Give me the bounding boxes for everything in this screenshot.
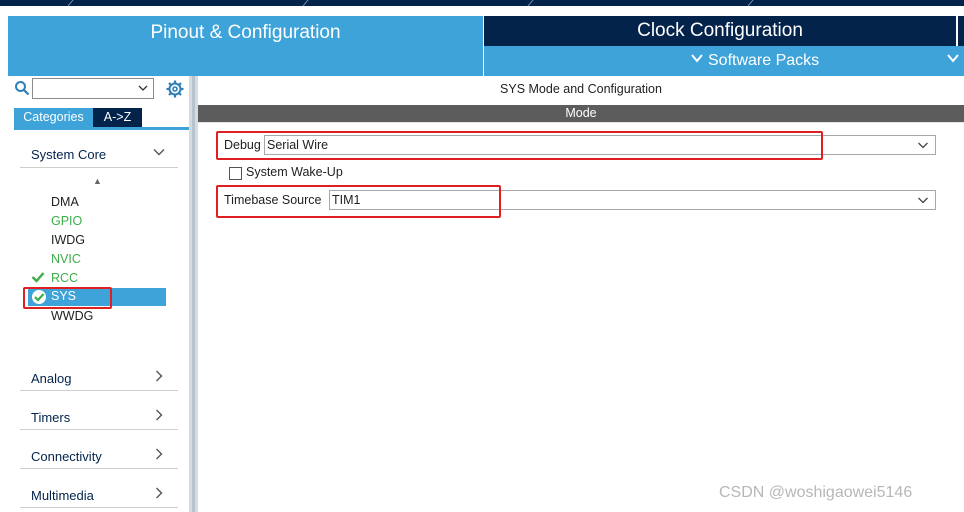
peripheral-gpio[interactable]: GPIO: [51, 214, 82, 228]
highlight-box: [216, 131, 823, 160]
tab-label: Pinout & Configuration: [150, 22, 341, 43]
splitter-handle[interactable]: [192, 76, 195, 512]
section-analog[interactable]: Analog: [31, 371, 71, 386]
chevron-down-icon[interactable]: [946, 51, 960, 70]
highlight-box: [23, 287, 112, 309]
panel-title: SYS Mode and Configuration: [500, 82, 662, 96]
peripheral-nvic[interactable]: NVIC: [51, 252, 81, 266]
check-icon: [31, 271, 45, 286]
a-to-z-button[interactable]: A->Z: [93, 108, 142, 127]
tab-strip-edge: [957, 16, 964, 46]
section-timers[interactable]: Timers: [31, 410, 70, 425]
strip-divider: [302, 0, 309, 6]
strip-divider: [67, 0, 74, 6]
chevron-down-icon[interactable]: [152, 145, 166, 162]
tab-label: Clock Configuration: [637, 20, 803, 41]
scroll-up-icon[interactable]: ▲: [93, 176, 102, 186]
divider: [20, 167, 178, 168]
peripheral-iwdg[interactable]: IWDG: [51, 233, 85, 247]
section-system-core[interactable]: System Core: [31, 147, 106, 162]
section-multimedia[interactable]: Multimedia: [31, 488, 94, 503]
divider: [198, 122, 964, 123]
strip-divider: [527, 0, 534, 6]
search-input[interactable]: [32, 78, 154, 99]
chevron-down-icon[interactable]: [917, 137, 929, 156]
categories-button[interactable]: Categories: [14, 108, 93, 127]
chevron-right-icon[interactable]: [152, 369, 166, 386]
highlight-box: [216, 185, 501, 218]
software-packs-label: Software Packs: [708, 52, 820, 69]
search-icon[interactable]: [14, 80, 30, 96]
chevron-right-icon[interactable]: [152, 486, 166, 503]
software-packs-menu[interactable]: Software Packs: [484, 46, 964, 76]
tab-pinout-configuration[interactable]: Pinout & Configuration: [8, 16, 483, 76]
categories-underline: [14, 127, 189, 130]
divider: [20, 468, 178, 469]
system-wakeup-checkbox[interactable]: [229, 167, 242, 180]
peripheral-wwdg[interactable]: WWDG: [51, 309, 93, 323]
chevron-right-icon[interactable]: [152, 447, 166, 464]
mode-section-header: Mode: [198, 105, 964, 122]
system-wakeup-label: System Wake-Up: [246, 165, 343, 179]
divider: [20, 429, 178, 430]
chevron-down-icon[interactable]: [137, 79, 149, 100]
chevron-right-icon[interactable]: [152, 408, 166, 425]
mode-header-label: Mode: [565, 106, 597, 120]
strip-divider: [747, 0, 754, 6]
watermark: CSDN @woshigaowei5146: [719, 484, 913, 501]
chevron-down-icon[interactable]: [917, 192, 929, 211]
top-strip: [0, 0, 964, 6]
peripheral-rcc[interactable]: RCC: [51, 271, 78, 285]
tab-clock-configuration[interactable]: Clock Configuration: [484, 16, 956, 46]
section-connectivity[interactable]: Connectivity: [31, 449, 102, 464]
peripheral-dma[interactable]: DMA: [51, 195, 79, 209]
chevron-down-icon: [690, 51, 704, 70]
divider: [20, 390, 178, 391]
gear-icon[interactable]: [166, 80, 184, 98]
divider: [20, 507, 178, 508]
